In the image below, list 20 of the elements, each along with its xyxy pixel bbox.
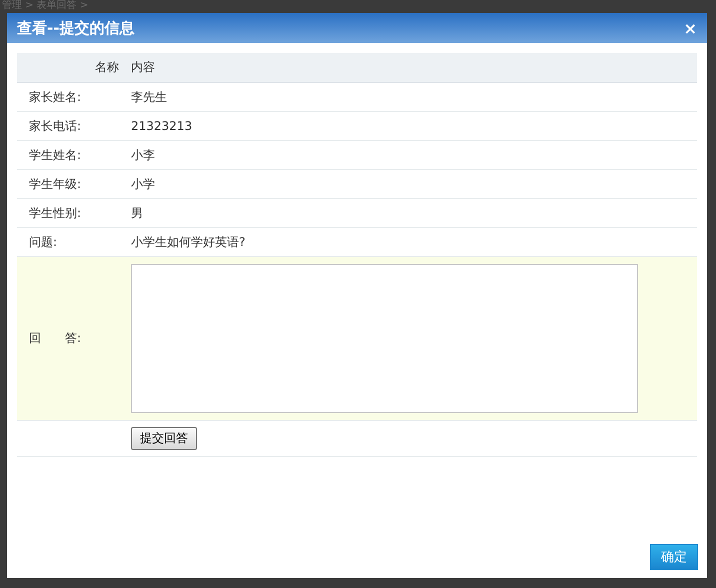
field-label: 学生性别: bbox=[28, 204, 82, 222]
close-button[interactable]: × bbox=[682, 18, 699, 38]
field-label: 学生姓名: bbox=[28, 146, 82, 164]
field-label: 家长电话: bbox=[28, 118, 82, 134]
field-value: 男 bbox=[131, 204, 143, 222]
dialog-title: 查看--提交的信息 bbox=[17, 18, 134, 38]
field-value: 小学生如何学好英语? bbox=[131, 234, 246, 250]
field-label: 家长姓名: bbox=[28, 88, 82, 106]
field-value: 李先生 bbox=[131, 88, 167, 106]
field-label: 问题: bbox=[28, 234, 58, 250]
answer-field[interactable] bbox=[131, 264, 638, 413]
column-header: 内容 bbox=[131, 59, 155, 76]
field-label: 回 答: bbox=[28, 330, 82, 347]
column-header: 名称 bbox=[94, 59, 120, 76]
field-value: 小李 bbox=[131, 146, 155, 164]
field-label: 学生年级: bbox=[28, 176, 82, 192]
ok-button[interactable]: 确定 bbox=[650, 544, 698, 570]
field-value: 21323213 bbox=[131, 119, 192, 133]
field-value: 小学 bbox=[131, 176, 155, 192]
submit-answer-button[interactable]: 提交回答 bbox=[131, 427, 197, 450]
